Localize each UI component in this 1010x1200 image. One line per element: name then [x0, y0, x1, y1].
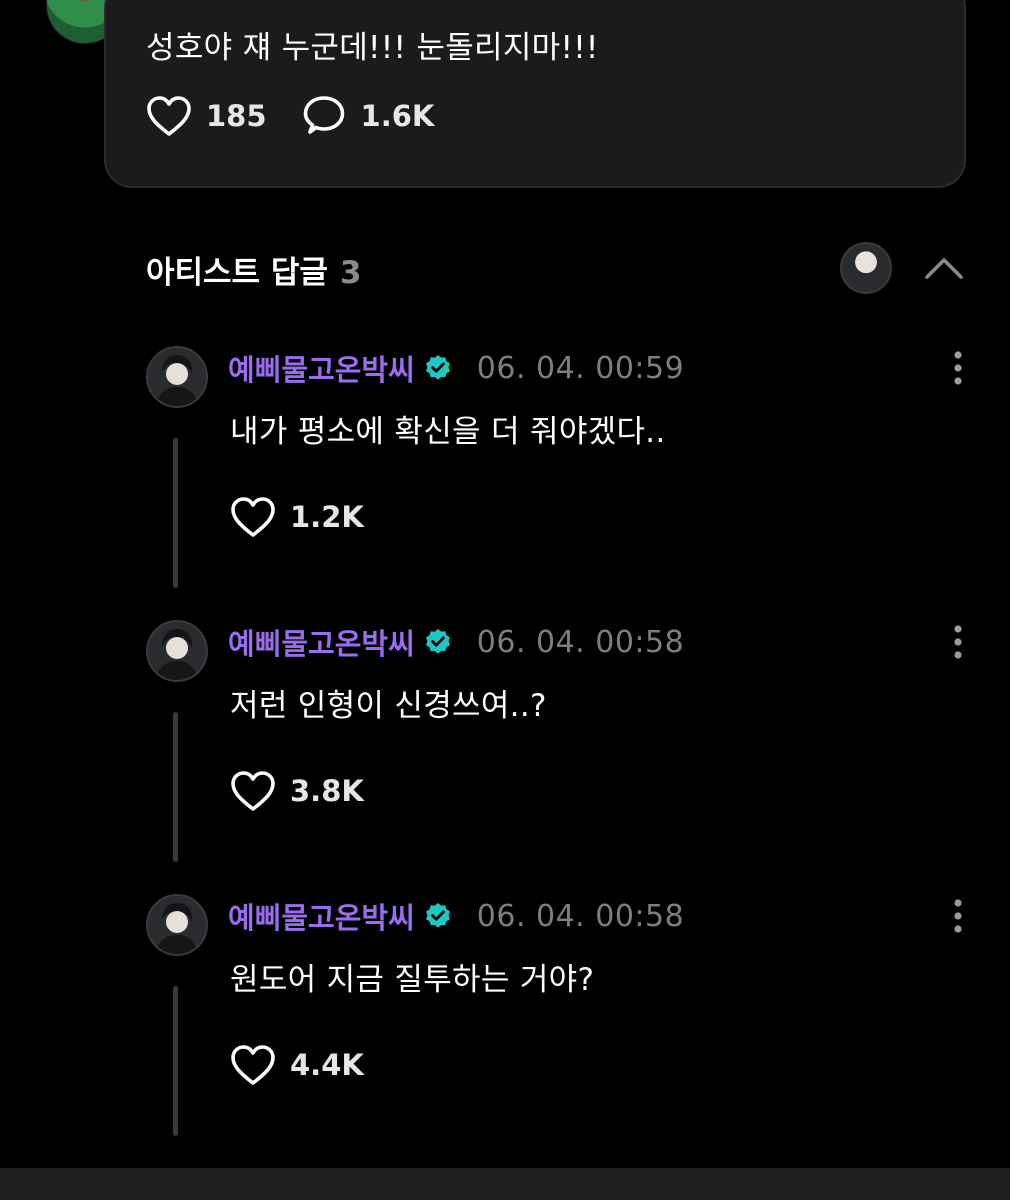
reply-author-name[interactable]: 예삐물고온박씨	[228, 621, 415, 663]
reply-author-avatar[interactable]	[146, 894, 208, 956]
vertical-ellipsis-icon[interactable]	[944, 622, 972, 662]
artist-replies-count: 3	[339, 255, 362, 291]
reply-like-button[interactable]: 1.2K	[230, 496, 364, 538]
thread-line	[173, 986, 178, 1136]
post-like-count: 185	[206, 99, 267, 133]
reply-like-count: 3.8K	[290, 774, 364, 808]
reply-timestamp: 06. 04. 00:59	[476, 350, 685, 386]
reply-timestamp: 06. 04. 00:58	[476, 624, 685, 660]
thread-line	[173, 712, 178, 862]
artist-reply-thread-screen: 성호야 쟤 누군데!!! 눈돌리지마!!! 185 1.6K 아티스트 답글 3	[0, 0, 1010, 1200]
reply-meta: 예삐물고온박씨 06. 04. 00:58	[228, 622, 684, 662]
reply-timestamp: 06. 04. 00:58	[476, 898, 685, 934]
artist-reply-item: 예삐물고온박씨 06. 04. 00:58 저런 인형이 신경쓰여..? 3.8…	[146, 620, 976, 890]
reply-author-avatar[interactable]	[146, 620, 208, 682]
chevron-up-icon[interactable]	[922, 250, 966, 286]
verified-badge-icon	[425, 355, 450, 380]
reply-meta: 예삐물고온박씨 06. 04. 00:58	[228, 896, 684, 936]
reply-like-button[interactable]: 4.4K	[230, 1044, 364, 1086]
reply-text: 원도어 지금 질투하는 거야?	[230, 962, 595, 998]
reply-meta: 예삐물고온박씨 06. 04. 00:59	[228, 348, 684, 388]
vertical-ellipsis-icon[interactable]	[944, 896, 972, 936]
vertical-ellipsis-icon[interactable]	[944, 348, 972, 388]
post-card: 성호야 쟤 누군데!!! 눈돌리지마!!! 185 1.6K	[104, 0, 966, 188]
reply-like-count: 4.4K	[290, 1048, 364, 1082]
artist-replies-header: 아티스트 답글 3	[146, 247, 362, 292]
reply-like-button[interactable]: 3.8K	[230, 770, 364, 812]
heart-outline-icon	[231, 497, 275, 537]
heart-outline-icon	[231, 771, 275, 811]
verified-badge-icon	[425, 629, 450, 654]
artist-reply-item: 예삐물고온박씨 06. 04. 00:59 내가 평소에 확신을 더 줘야겠다.…	[146, 346, 976, 616]
post-comment-button[interactable]: 1.6K	[301, 94, 435, 138]
post-text: 성호야 쟤 누군데!!! 눈돌리지마!!!	[146, 30, 599, 66]
artist-avatar	[840, 242, 892, 294]
reply-author-name[interactable]: 예삐물고온박씨	[228, 347, 415, 389]
post-like-button[interactable]: 185	[146, 95, 267, 137]
thread-line	[173, 438, 178, 588]
speech-bubble-icon	[303, 96, 344, 134]
post-actions: 185 1.6K	[146, 94, 468, 138]
reply-text: 저런 인형이 신경쓰여..?	[230, 688, 547, 724]
heart-outline-icon	[147, 96, 191, 136]
verified-badge-icon	[425, 903, 450, 928]
artist-replies-title: 아티스트 답글	[146, 255, 328, 291]
reply-author-avatar[interactable]	[146, 346, 208, 408]
heart-outline-icon	[231, 1045, 275, 1085]
post-comment-count: 1.6K	[360, 99, 435, 133]
reply-text: 내가 평소에 확신을 더 줘야겠다..	[230, 414, 666, 450]
artist-reply-item: 예삐물고온박씨 06. 04. 00:58 원도어 지금 질투하는 거야? 4.…	[146, 894, 976, 1164]
reply-author-name[interactable]: 예삐물고온박씨	[228, 895, 415, 937]
bottom-divider-bar	[0, 1168, 1010, 1200]
reply-like-count: 1.2K	[290, 500, 364, 534]
